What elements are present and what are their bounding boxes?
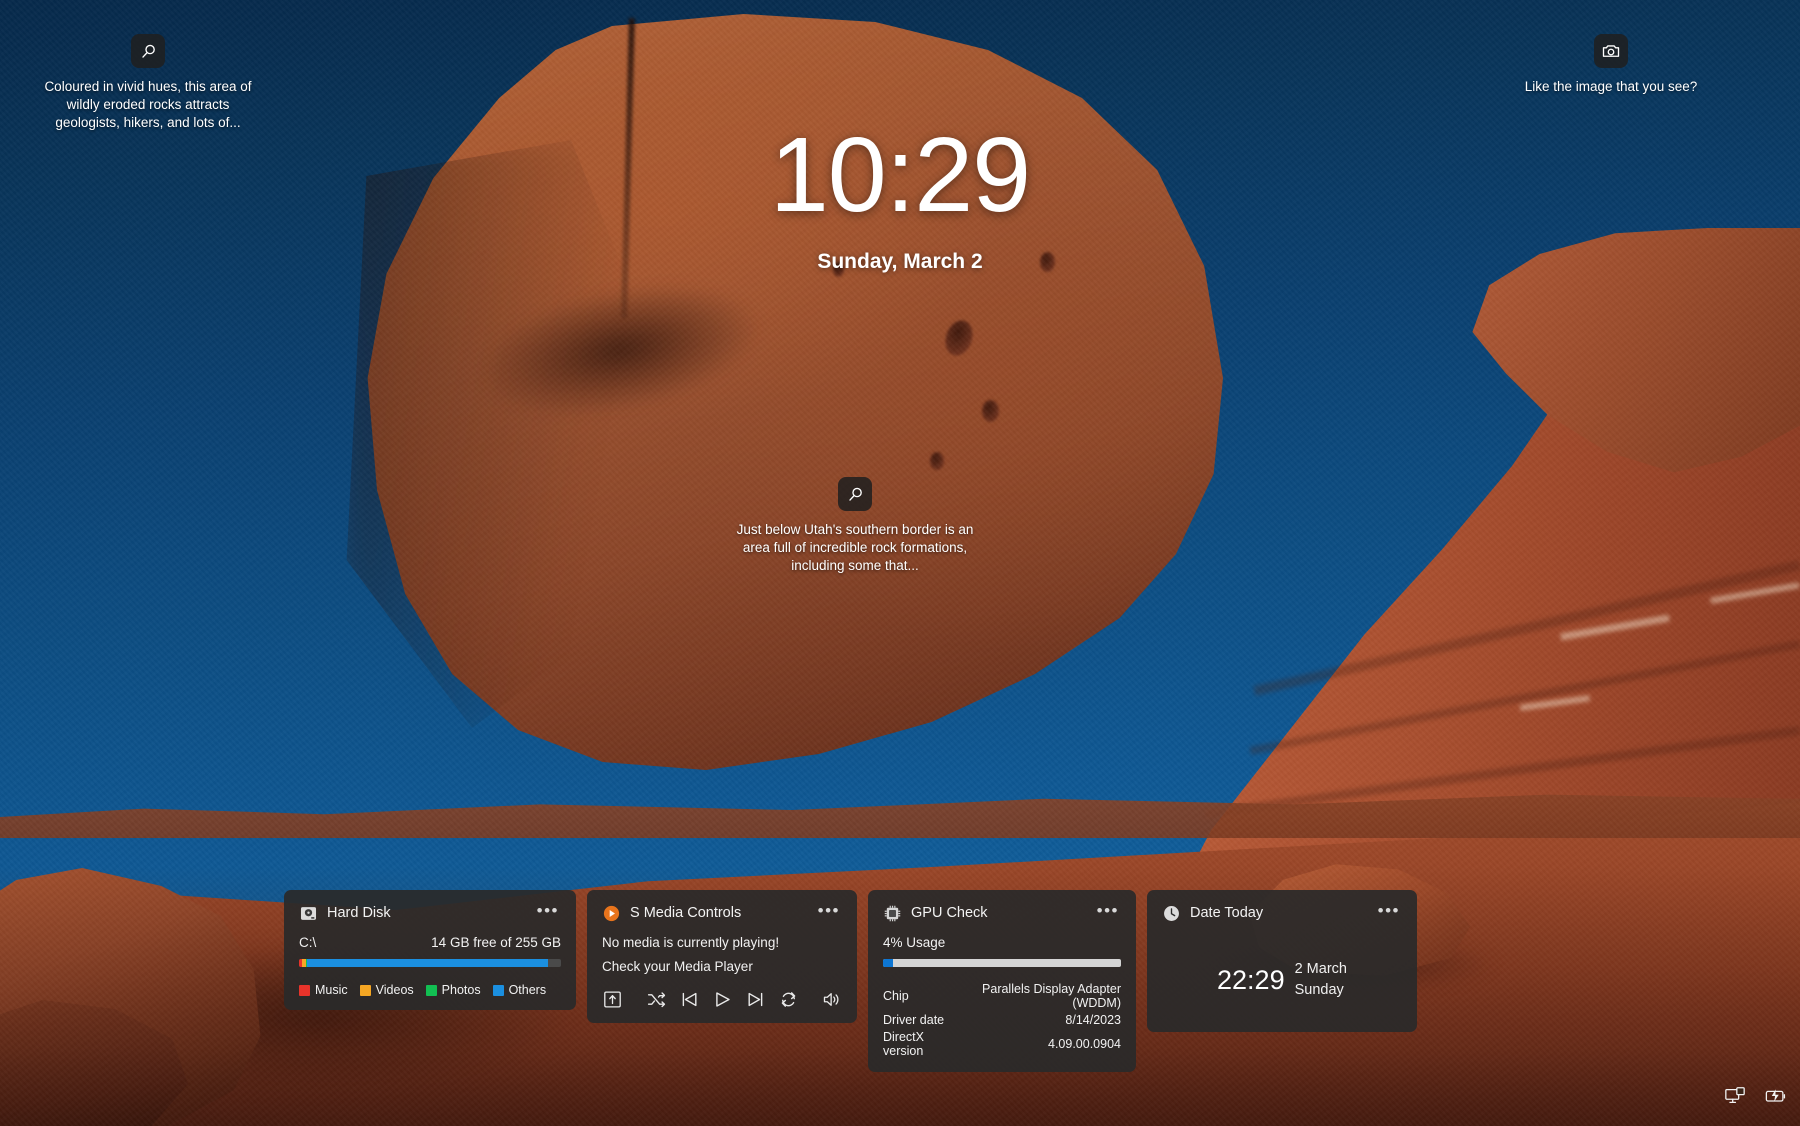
clock-time: 10:29 [769, 116, 1031, 234]
hard-disk-legend-item: Photos [425, 983, 481, 997]
widget-title: Hard Disk [327, 905, 391, 921]
widget-title: S Media Controls [630, 905, 742, 921]
widget-bar: Hard Disk ••• C:\ 14 GB free of 255 GB M… [284, 890, 1417, 1072]
hard-disk-legend-item: Others [492, 983, 547, 997]
widget-header: S Media Controls ••• [602, 902, 842, 923]
cast-icon[interactable] [602, 989, 623, 1010]
date-today-weekday: Sunday [1294, 982, 1344, 999]
spotlight-like-image-top-right[interactable]: Like the image that you see? [1496, 34, 1726, 96]
media-play-badge-icon [602, 904, 621, 923]
clock-icon [1162, 904, 1181, 923]
gpu-detail-row: DirectX version 4.09.00.0904 [883, 1028, 1121, 1059]
gpu-detail-value: 8/14/2023 [1065, 1012, 1121, 1027]
play-icon[interactable] [712, 989, 733, 1010]
gpu-detail-label: Chip [883, 988, 909, 1003]
media-controls-row [602, 989, 842, 1010]
hard-disk-segment-others [307, 959, 548, 967]
spotlight-info-top-left[interactable]: Coloured in vivid hues, this area of wil… [36, 34, 260, 131]
legend-label: Others [508, 983, 547, 997]
previous-icon[interactable] [679, 989, 700, 1010]
gpu-detail-row: Driver date 8/14/2023 [883, 1011, 1121, 1028]
lockscreen-clock: 10:29 Sunday, March 2 [0, 122, 1800, 274]
gpu-usage-bar-fill [883, 959, 893, 967]
widget-title: Date Today [1190, 905, 1264, 921]
media-status-line: No media is currently playing! [602, 935, 780, 950]
widget-title: GPU Check [911, 905, 988, 921]
widget-header: GPU Check ••• [883, 902, 1121, 923]
spotlight-text: Just below Utah's southern border is an … [736, 522, 974, 573]
widget-more-button[interactable]: ••• [1376, 902, 1402, 923]
volume-icon[interactable] [821, 989, 842, 1010]
hard-disk-capacity-label: 14 GB free of 255 GB [431, 935, 561, 950]
legend-swatch-music [299, 984, 310, 996]
widget-date-today[interactable]: Date Today ••• 22:29 2 March Sunday [1147, 890, 1417, 1033]
gpu-details-table: Chip Parallels Display Adapter (WDDM) Driv… [883, 980, 1121, 1059]
date-today-body: 22:29 2 March Sunday [1162, 935, 1402, 1019]
legend-label: Music [315, 983, 348, 997]
display-settings-icon[interactable] [1724, 1085, 1746, 1112]
date-today-date: 2 March Sunday [1295, 959, 1347, 1001]
legend-swatch-videos [359, 984, 371, 996]
spotlight-text: Like the image that you see? [1524, 79, 1698, 94]
widget-gpu-check[interactable]: GPU Check ••• 4% Usage Chip Parallels Dis… [868, 890, 1136, 1072]
legend-swatch-others [492, 984, 504, 996]
gpu-chip-icon [883, 904, 902, 923]
battery-charging-icon[interactable] [1764, 1085, 1788, 1112]
shuffle-icon[interactable] [646, 989, 667, 1010]
search-icon[interactable] [131, 34, 165, 68]
gpu-detail-value: Parallels Display Adapter (WDDM) [982, 981, 1121, 1010]
widget-more-button[interactable]: ••• [816, 902, 842, 923]
hard-disk-icon [299, 904, 318, 923]
widget-hard-disk[interactable]: Hard Disk ••• C:\ 14 GB free of 255 GB M… [284, 890, 576, 1010]
repeat-icon[interactable] [778, 989, 799, 1010]
gpu-detail-value: 4.09.00.0904 [1048, 1036, 1121, 1051]
gpu-usage-label: 4% Usage [883, 935, 946, 950]
widget-header: Hard Disk ••• [299, 902, 561, 923]
date-today-day-month: 2 March [1294, 961, 1347, 977]
hard-disk-usage-bar [299, 959, 561, 967]
next-icon[interactable] [745, 989, 766, 1010]
widget-media-controls[interactable]: S Media Controls ••• No media is current… [587, 890, 857, 1023]
widget-more-button[interactable]: ••• [1095, 902, 1121, 923]
hard-disk-legend-item: Music [299, 983, 348, 997]
widget-more-button[interactable]: ••• [535, 902, 561, 923]
hard-disk-summary: C:\ 14 GB free of 255 GB [299, 935, 561, 950]
legend-swatch-photos [425, 984, 437, 996]
gpu-detail-row: Chip Parallels Display Adapter (WDDM) [883, 980, 1121, 1011]
legend-label: Videos [375, 983, 414, 997]
clock-date: Sunday, March 2 [817, 250, 983, 273]
wallpaper-boulder-pit [930, 452, 944, 470]
legend-label: Photos [441, 983, 481, 997]
system-tray [1724, 1085, 1788, 1112]
wallpaper-boulder-pit [982, 400, 999, 422]
spotlight-text: Coloured in vivid hues, this area of wil… [44, 79, 252, 130]
spotlight-info-center[interactable]: Just below Utah's southern border is an … [735, 477, 975, 574]
search-icon[interactable] [838, 477, 872, 511]
media-hint-line: Check your Media Player [602, 959, 753, 974]
gpu-detail-label: DirectX version [883, 1029, 924, 1058]
hard-disk-legend: Music Videos Photos Others [299, 983, 561, 997]
widget-header: Date Today ••• [1162, 902, 1402, 923]
hard-disk-drive-label: C:\ [299, 935, 317, 950]
gpu-detail-label: Driver date [883, 1012, 945, 1027]
gpu-usage-bar [883, 959, 1121, 967]
hard-disk-legend-item: Videos [359, 983, 414, 997]
date-today-time: 22:29 [1217, 964, 1285, 995]
camera-icon[interactable] [1594, 34, 1628, 68]
